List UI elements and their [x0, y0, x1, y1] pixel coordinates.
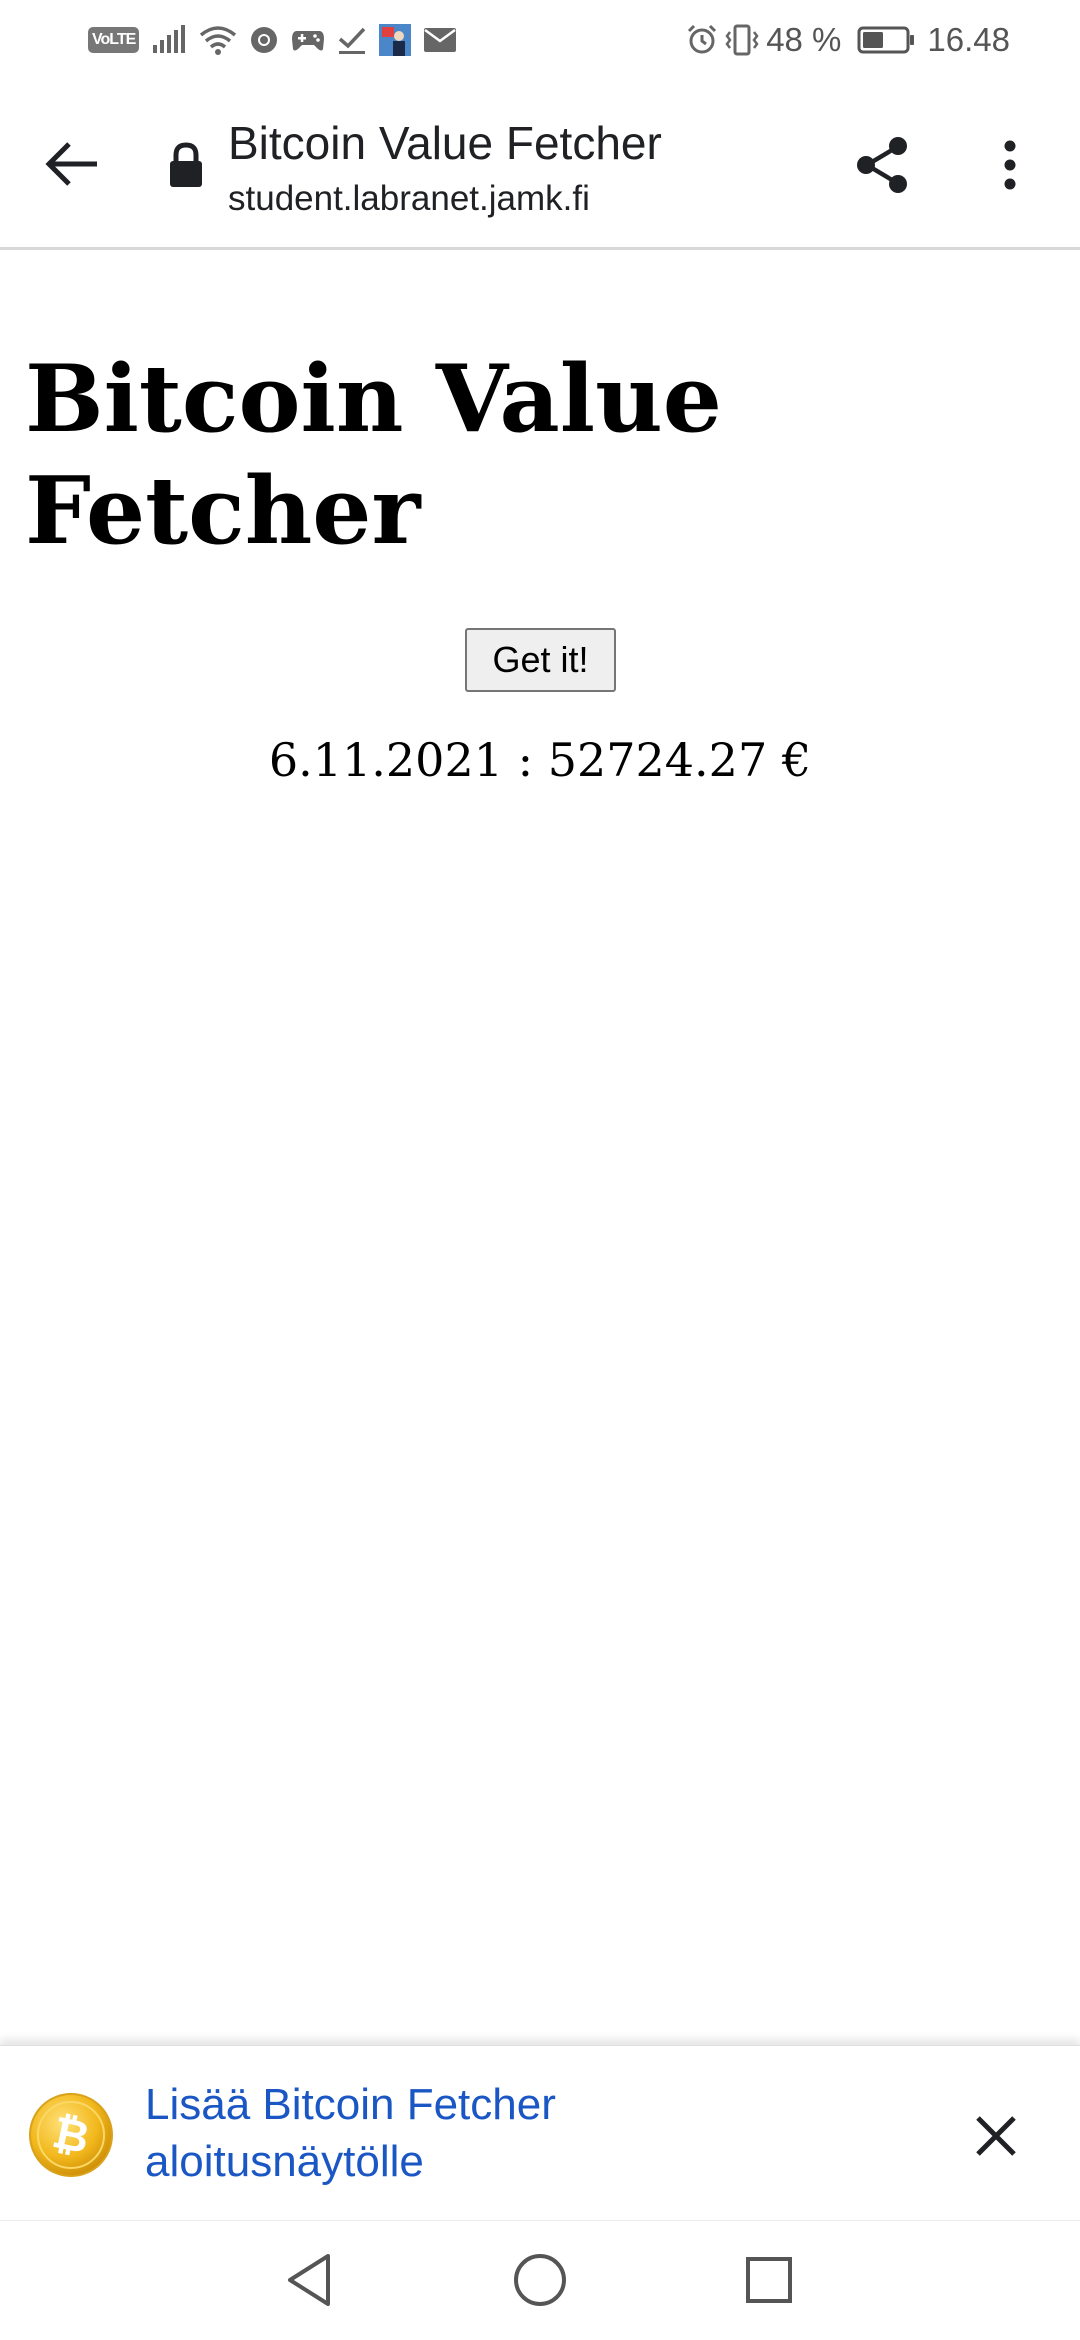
- gamepad-icon: [291, 20, 325, 60]
- back-arrow-icon[interactable]: [40, 132, 104, 196]
- toolbar-url[interactable]: student.labranet.jamk.fi: [228, 179, 590, 219]
- app-thumbnail-icon: [379, 20, 412, 60]
- bitcoin-value-result: 6.11.2021 : 52724.27 €: [268, 733, 812, 787]
- status-bar-right-icons: 48 % 16.48: [686, 20, 1010, 60]
- vibrate-icon: [724, 20, 760, 60]
- volte-icon: VoLTE: [88, 20, 140, 60]
- status-bar: VoLTE 48 % 16.48: [0, 0, 1080, 80]
- chrome-icon: [249, 20, 279, 60]
- nav-home-icon[interactable]: [505, 2245, 575, 2315]
- page-title: Bitcoin Value Fetcher: [25, 344, 722, 565]
- toolbar-title[interactable]: Bitcoin Value Fetcher: [228, 116, 662, 170]
- status-bar-left-icons: VoLTE: [88, 20, 457, 60]
- mail-icon: [423, 20, 457, 60]
- more-vert-icon[interactable]: [990, 132, 1030, 198]
- add-to-home-screen-bar: ₿ Lisää Bitcoin Fetcher aloitusnäytölle: [0, 2045, 1080, 2220]
- custom-tab-toolbar: Bitcoin Value Fetcher student.labranet.j…: [0, 80, 1080, 250]
- signal-icon: [151, 20, 187, 60]
- get-it-button[interactable]: Get it!: [465, 628, 616, 692]
- nav-back-icon[interactable]: [274, 2245, 344, 2315]
- nav-recents-icon[interactable]: [734, 2245, 804, 2315]
- wifi-icon: [199, 20, 237, 60]
- system-navigation-bar: [0, 2220, 1080, 2340]
- share-icon[interactable]: [850, 132, 916, 198]
- page-content: Bitcoin Value Fetcher Get it! 6.11.2021 …: [0, 253, 1080, 2043]
- battery-percent: 48 %: [766, 21, 842, 58]
- lock-icon[interactable]: [166, 142, 206, 188]
- alarm-icon: [686, 20, 718, 60]
- volte-label: VoLTE: [88, 27, 140, 53]
- bitcoin-icon: ₿: [28, 2092, 114, 2178]
- clock: 16.48: [927, 21, 1010, 58]
- battery-icon: [857, 20, 915, 60]
- check-icon: [337, 20, 367, 60]
- add-to-home-screen-link[interactable]: Lisää Bitcoin Fetcher aloitusnäytölle: [145, 2076, 845, 2190]
- close-icon[interactable]: [966, 2106, 1026, 2166]
